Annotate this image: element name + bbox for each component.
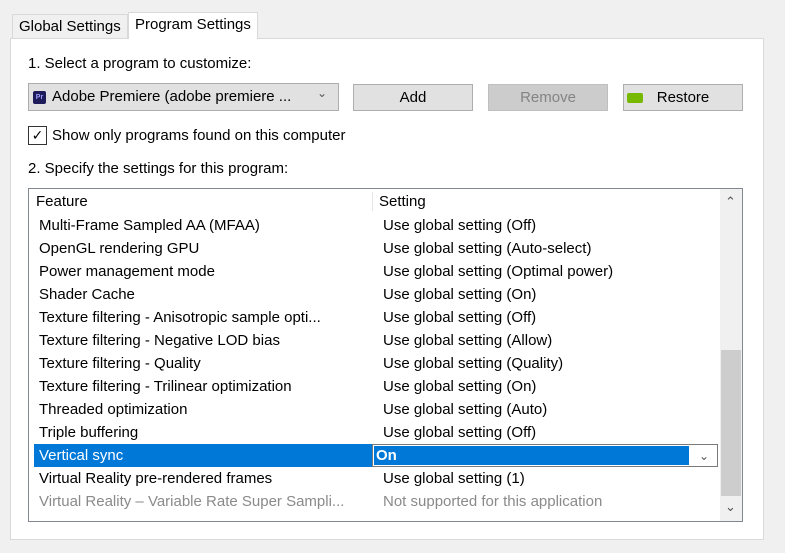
restore-label: Restore xyxy=(656,89,710,106)
feature-cell: Multi-Frame Sampled AA (MFAA) xyxy=(39,217,260,234)
step2-label: 2. Specify the settings for this program… xyxy=(28,160,289,177)
vertical-scrollbar[interactable]: ⌃ ⌄ xyxy=(720,189,742,521)
setting-dropdown[interactable]: On ⌄ xyxy=(372,444,718,467)
setting-cell: Use global setting (Auto-select) xyxy=(383,240,592,257)
scrollbar-thumb[interactable] xyxy=(721,350,741,496)
table-row[interactable]: Threaded optimization Use global setting … xyxy=(34,398,718,421)
restore-button[interactable]: Restore xyxy=(623,84,743,111)
table-row[interactable]: Shader Cache Use global setting (On) xyxy=(34,283,718,306)
chevron-down-icon: ⌄ xyxy=(699,449,710,463)
feature-cell: Texture filtering - Negative LOD bias xyxy=(39,332,280,349)
scroll-down-icon[interactable]: ⌄ xyxy=(725,499,736,515)
tab-global-settings[interactable]: Global Settings xyxy=(12,14,128,39)
feature-cell: Triple buffering xyxy=(39,424,139,441)
table-row[interactable]: Texture filtering - Anisotropic sample o… xyxy=(34,306,718,329)
table-row[interactable]: OpenGL rendering GPU Use global setting (… xyxy=(34,237,718,260)
feature-cell: OpenGL rendering GPU xyxy=(39,240,200,257)
setting-cell: Use global setting (Off) xyxy=(383,424,537,441)
feature-cell: Texture filtering - Anisotropic sample o… xyxy=(39,309,321,326)
header-setting[interactable]: Setting xyxy=(379,189,426,214)
show-only-label: Show only programs found on this compute… xyxy=(52,127,346,144)
feature-cell: Texture filtering - Trilinear optimizati… xyxy=(39,378,292,395)
tab-program-settings[interactable]: Program Settings xyxy=(128,12,258,39)
program-select[interactable]: Pr Adobe Premiere (adobe premiere ... ⌄ xyxy=(28,83,339,111)
show-only-checkbox[interactable]: ✓ xyxy=(28,126,47,145)
feature-cell: Virtual Reality pre-rendered frames xyxy=(39,470,273,487)
header-feature[interactable]: Feature xyxy=(36,189,88,214)
feature-cell: Vertical sync xyxy=(34,444,372,467)
column-divider[interactable] xyxy=(372,192,373,211)
table-row[interactable]: Texture filtering - Trilinear optimizati… xyxy=(34,375,718,398)
feature-cell: Shader Cache xyxy=(39,286,135,303)
table-row[interactable]: Triple buffering Use global setting (Off) xyxy=(34,421,718,444)
setting-cell: Use global setting (Optimal power) xyxy=(383,263,614,280)
table-row[interactable]: Virtual Reality – Variable Rate Super Sa… xyxy=(34,490,718,513)
setting-cell: Use global setting (Quality) xyxy=(383,355,564,372)
add-button[interactable]: Add xyxy=(353,84,473,111)
setting-cell: Use global setting (Allow) xyxy=(383,332,553,349)
table-row[interactable]: Texture filtering - Negative LOD bias Use… xyxy=(34,329,718,352)
chevron-down-icon: ⌄ xyxy=(317,86,328,100)
premiere-pro-icon: Pr xyxy=(33,91,46,104)
remove-button[interactable]: Remove xyxy=(488,84,608,111)
table-row[interactable]: Multi-Frame Sampled AA (MFAA) Use global … xyxy=(34,214,718,237)
settings-list[interactable]: Feature Setting Multi-Frame Sampled AA (… xyxy=(28,188,743,522)
setting-cell: Use global setting (Off) xyxy=(383,309,537,326)
scroll-up-icon[interactable]: ⌃ xyxy=(725,194,736,210)
feature-cell: Power management mode xyxy=(39,263,215,280)
feature-cell: Texture filtering - Quality xyxy=(39,355,201,372)
setting-cell: Use global setting (On) xyxy=(383,378,537,395)
program-select-value: Adobe Premiere (adobe premiere ... xyxy=(52,88,292,105)
nvidia-icon xyxy=(627,93,643,103)
feature-cell: Virtual Reality – Variable Rate Super Sa… xyxy=(39,493,345,510)
setting-cell: Use global setting (Off) xyxy=(383,217,537,234)
table-row[interactable]: Texture filtering - Quality Use global se… xyxy=(34,352,718,375)
setting-cell: Use global setting (On) xyxy=(383,286,537,303)
table-row[interactable]: Vertical sync On ⌄ xyxy=(34,444,718,467)
list-header: Feature Setting xyxy=(29,189,720,214)
setting-cell: Use global setting (1) xyxy=(383,470,525,487)
feature-cell: Threaded optimization xyxy=(39,401,188,418)
table-row[interactable]: Virtual Reality pre-rendered frames Use g… xyxy=(34,467,718,490)
setting-cell: Not supported for this application xyxy=(383,493,603,510)
step1-label: 1. Select a program to customize: xyxy=(28,55,252,72)
table-row[interactable]: Power management mode Use global setting … xyxy=(34,260,718,283)
setting-cell: Use global setting (Auto) xyxy=(383,401,548,418)
setting-dropdown-value: On xyxy=(374,446,689,465)
